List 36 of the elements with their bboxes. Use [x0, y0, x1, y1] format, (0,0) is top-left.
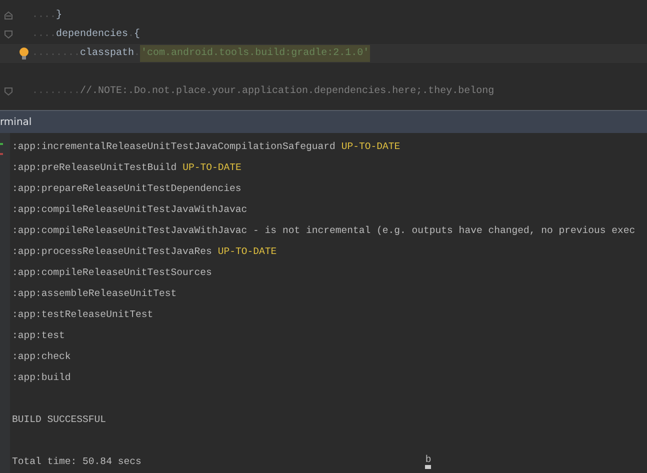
terminal-line: BUILD SUCCESSFUL — [12, 414, 106, 425]
whitespace-dots: ........ — [32, 48, 80, 59]
terminal-line: :app:build — [12, 372, 71, 383]
panel-title: rminal — [0, 116, 32, 128]
whitespace-dots: .... — [32, 10, 56, 21]
terminal-line: :app:incrementalReleaseUnitTestJavaCompilationSafeguard — [12, 141, 336, 152]
terminal-line: :app:compileReleaseUnitTestJavaWithJavac — [12, 204, 248, 215]
code-text: dependencies — [56, 29, 128, 40]
whitespace-dots: . — [128, 29, 134, 40]
lightbulb-icon[interactable] — [19, 47, 29, 60]
terminal-line: :app:compileReleaseUnitTestSources — [12, 267, 212, 278]
terminal-line: :app:processReleaseUnitTestJavaRes — [12, 246, 212, 257]
code-text: classpath — [80, 48, 134, 59]
string-literal: 'com.android.tools.build:gradle:2.1.0' — [140, 45, 370, 62]
status-label: UP-TO-DATE — [218, 246, 277, 257]
status-label: UP-TO-DATE — [182, 162, 242, 173]
typed-text: b — [425, 454, 432, 465]
code-text: } — [56, 10, 62, 21]
fold-icon[interactable] — [4, 30, 12, 39]
terminal-line: :app:preReleaseUnitTestBuild — [12, 162, 177, 173]
status-label: UP-TO-DATE — [341, 141, 400, 152]
whitespace-dots: .... — [32, 29, 56, 40]
terminal-line: :app:prepareReleaseUnitTestDependencies — [12, 183, 242, 194]
terminal-line: :app:assembleReleaseUnitTest — [12, 288, 177, 299]
terminal-line: :app:testReleaseUnitTest — [12, 309, 154, 320]
whitespace-dots: . — [134, 48, 140, 59]
terminal-line: Total time: 50.84 secs — [12, 456, 142, 467]
terminal-line: :app:compileReleaseUnitTestJavaWithJavac - is not incremental (e.g. outputs have changed, no previous exec — [12, 225, 636, 236]
fold-icon[interactable] — [4, 87, 12, 96]
terminal-line: :app:check — [12, 351, 71, 362]
text-cursor-icon — [425, 465, 432, 469]
terminal-line: :app:test — [12, 330, 65, 341]
code-text: { — [134, 29, 140, 40]
code-comment: //.NOTE:.Do.not.place.your.application.dependencies.here;.they.belong — [80, 86, 494, 97]
whitespace-dots: ........ — [32, 86, 80, 97]
fold-icon[interactable] — [4, 11, 12, 20]
